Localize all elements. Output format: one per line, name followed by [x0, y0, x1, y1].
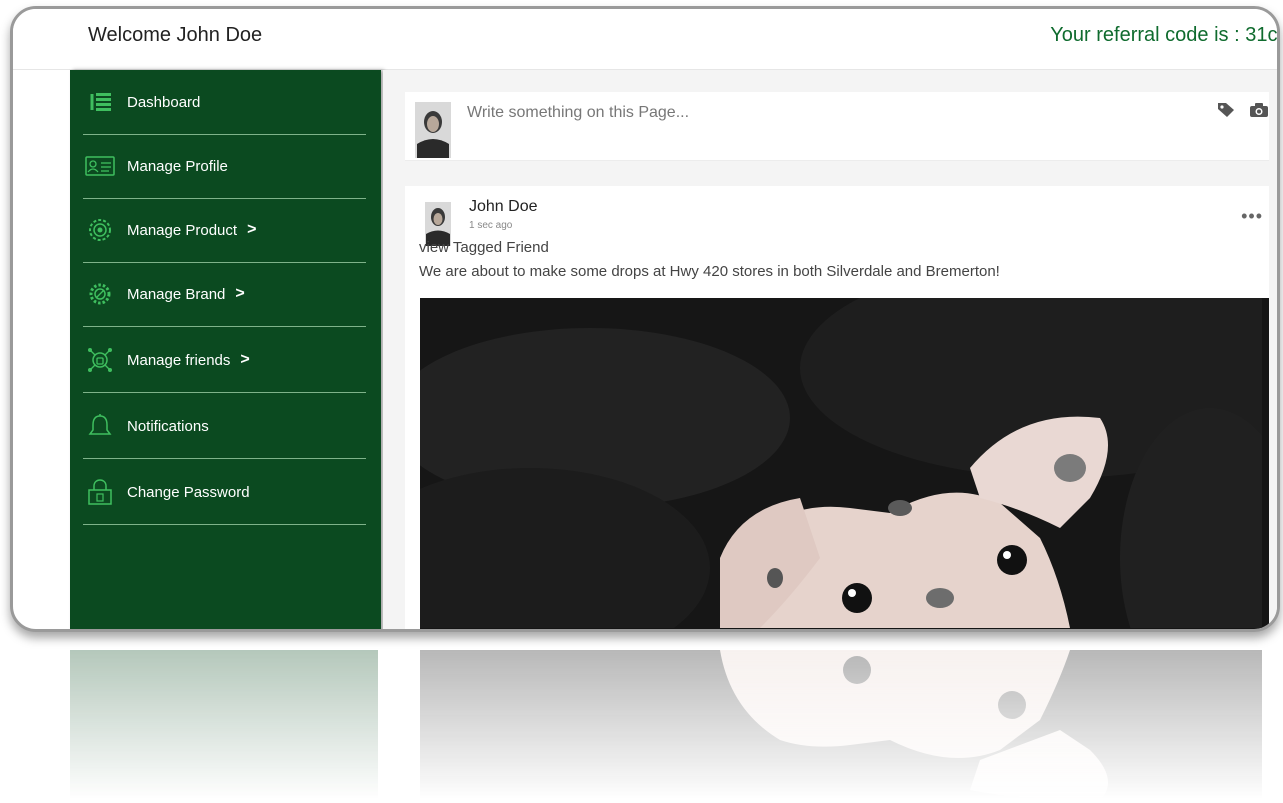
referral-code: Your referral code is : 31ct: [1050, 24, 1280, 46]
sidebar-item-label: Change Password: [127, 483, 250, 501]
post-composer[interactable]: Write something on this Page...: [405, 92, 1269, 161]
sidebar-item-label: Dashboard: [127, 93, 201, 111]
sidebar-item-manage-friends[interactable]: Manage friends >: [83, 328, 366, 393]
sidebar-reflection: [70, 650, 378, 800]
composer-tools: [1217, 102, 1269, 123]
sidebar-item-label: Manage friends: [127, 351, 231, 369]
sidebar-item-label: Manage Product: [127, 221, 238, 239]
post-timestamp: 1 sec ago: [469, 220, 513, 231]
post-author[interactable]: John Doe: [469, 198, 538, 216]
friends-network-icon: [85, 345, 115, 375]
post-text: We are about to make some drops at Hwy 4…: [419, 263, 1000, 280]
chevron-right-icon: >: [240, 351, 250, 368]
bell-icon: [85, 411, 115, 441]
gear-icon: [85, 215, 115, 245]
camera-icon[interactable]: [1249, 102, 1269, 123]
sidebar-item-label: Manage Profile: [127, 157, 228, 175]
sidebar-item-manage-product[interactable]: Manage Product >: [83, 198, 366, 263]
list-icon: [85, 87, 115, 117]
photo-reflection: [420, 650, 1262, 800]
view-tagged-friend-link[interactable]: view Tagged Friend: [419, 239, 549, 256]
id-card-icon: [85, 151, 115, 181]
sidebar-item-label: Notifications: [127, 417, 209, 435]
sidebar-item-notifications[interactable]: Notifications: [83, 394, 366, 459]
welcome-text: Welcome John Doe: [88, 24, 263, 46]
puppy-photo[interactable]: [420, 298, 1269, 629]
sidebar-item-dashboard[interactable]: Dashboard: [83, 70, 366, 135]
sidebar-item-manage-brand[interactable]: Manage Brand >: [83, 262, 366, 327]
tag-icon[interactable]: [1217, 102, 1235, 123]
chevron-right-icon: >: [235, 285, 245, 302]
app-window: Welcome John Doe Your referral code is :…: [10, 6, 1280, 632]
settings-cog-icon: [85, 279, 115, 309]
sidebar: Dashboard Manage Profile Manage Product …: [70, 70, 381, 629]
main-feed: Write something on this Page... John Doe…: [383, 70, 1277, 629]
window-reflection: [70, 650, 1265, 800]
composer-input[interactable]: Write something on this Page...: [467, 104, 689, 122]
chevron-right-icon: >: [247, 221, 257, 238]
post-card: John Doe 1 sec ago ••• view Tagged Frien…: [405, 186, 1269, 629]
sidebar-item-label: Manage Brand: [127, 285, 226, 303]
top-bar: Welcome John Doe Your referral code is :…: [13, 9, 1277, 70]
sidebar-item-manage-profile[interactable]: Manage Profile: [83, 134, 366, 199]
sidebar-item-change-password[interactable]: Change Password: [83, 460, 366, 525]
more-options-icon[interactable]: •••: [1241, 206, 1263, 227]
avatar: [415, 102, 451, 158]
padlock-icon: [85, 477, 115, 507]
